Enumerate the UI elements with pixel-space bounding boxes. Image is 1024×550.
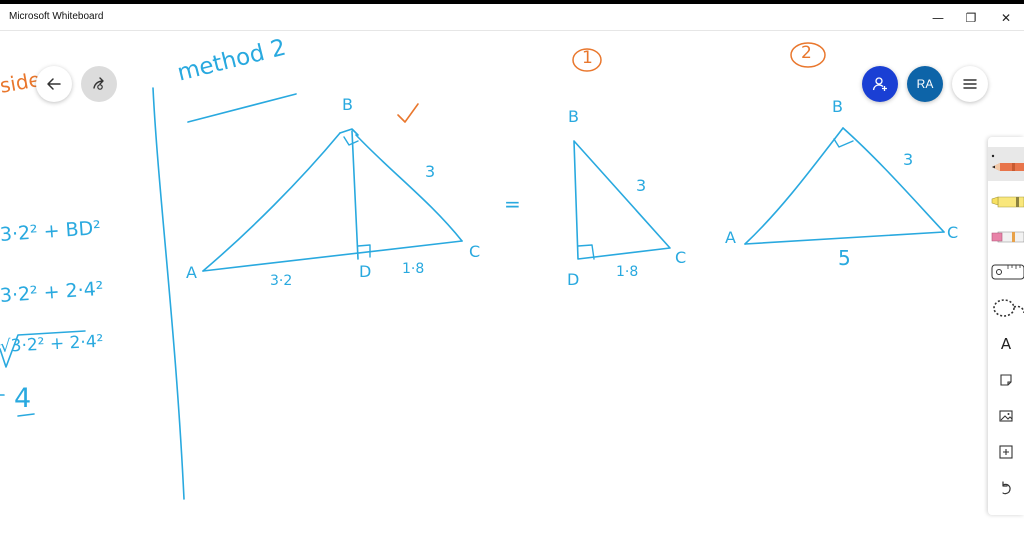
hamburger-menu-icon (963, 79, 977, 89)
main-segment-dc: 1·8 (402, 261, 425, 277)
figure2-side-bc: 3 (903, 150, 914, 169)
sticky-note-icon (1000, 374, 1012, 386)
tool-insert[interactable] (988, 435, 1024, 469)
inking-toolbar: A (988, 137, 1024, 515)
arrow-left-icon (47, 78, 61, 90)
highlighter-icon (991, 196, 1024, 208)
undo-icon (1002, 481, 1011, 495)
main-vertex-c: C (469, 242, 481, 261)
tool-sticky-note[interactable] (988, 363, 1024, 397)
minimize-button[interactable]: — (924, 8, 952, 28)
main-vertex-d: D (359, 262, 372, 281)
main-segment-ad: 3·2 (270, 273, 293, 289)
figure1-triangle (573, 140, 671, 260)
image-icon (999, 410, 1013, 422)
back-button[interactable] (36, 66, 72, 102)
whiteboard-canvas[interactable]: side 3·2² + BD² 3·2² + 2·4² √3·2² + 2·4²… (0, 31, 1024, 550)
ruler-icon (991, 264, 1024, 280)
main-triangle (202, 128, 463, 272)
figure1-label: 1 (582, 48, 593, 68)
equals-sign: = (504, 192, 521, 216)
figure2-vertex-b: B (832, 97, 843, 116)
figure2-side-ac: 5 (838, 246, 851, 270)
main-vertex-a: A (186, 263, 197, 282)
main-vertex-b: B (342, 95, 353, 114)
text-icon: A (1000, 335, 1012, 353)
tool-highlighter[interactable] (988, 183, 1024, 217)
tool-text[interactable]: A (988, 327, 1024, 361)
maximize-button[interactable]: ❐ (957, 8, 985, 28)
figure1-side-bc: 3 (636, 176, 647, 195)
figure1-vertex-c: C (675, 248, 687, 267)
tool-lasso[interactable] (988, 291, 1024, 325)
figure1-vertex-b: B (568, 107, 579, 126)
check-mark (397, 103, 419, 123)
tool-undo[interactable] (988, 471, 1024, 505)
menu-button[interactable] (952, 66, 988, 102)
tool-pen-black[interactable] (988, 147, 1024, 181)
main-side-bc: 3 (425, 162, 436, 181)
ink-strokes (0, 42, 945, 500)
tool-ruler[interactable] (988, 255, 1024, 289)
close-button[interactable]: ✕ (992, 8, 1020, 28)
app-title: Microsoft Whiteboard (9, 11, 104, 22)
figure2-label: 2 (801, 43, 812, 63)
share-icon (93, 77, 104, 90)
figure1-side-dc: 1·8 (616, 264, 639, 280)
lasso-icon (993, 299, 1024, 317)
insert-icon (999, 445, 1013, 459)
user-avatar[interactable]: RA (907, 66, 943, 102)
tool-image[interactable] (988, 399, 1024, 433)
figure1-vertex-d: D (567, 270, 580, 289)
pen-icon (991, 154, 1024, 171)
eraser-icon (991, 231, 1024, 243)
title-bar: Microsoft Whiteboard — ❐ ✕ (0, 4, 1024, 31)
tool-eraser[interactable] (988, 219, 1024, 253)
share-button[interactable] (81, 66, 117, 102)
heading-underline (187, 93, 297, 123)
figure2-triangle (744, 127, 945, 245)
answer-underline (17, 413, 35, 417)
invite-button[interactable] (862, 66, 898, 102)
divider-line (152, 87, 185, 500)
ink-answer: 4 (14, 383, 32, 414)
figure2-vertex-c: C (947, 223, 959, 242)
figure2-vertex-a: A (725, 228, 736, 247)
add-person-icon (872, 77, 887, 91)
